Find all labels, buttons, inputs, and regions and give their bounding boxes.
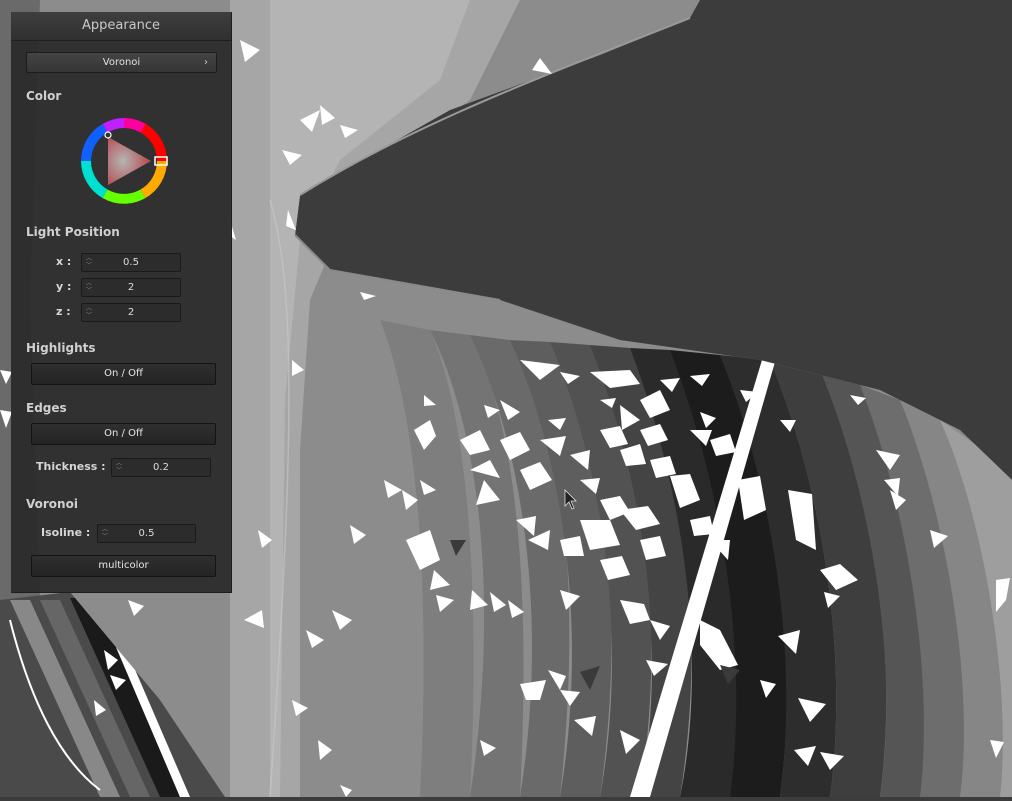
light-y-value: 2	[127, 282, 135, 293]
highlights-label: Highlights	[26, 341, 96, 355]
light-x-spinbox[interactable]: ︿ ﹀ 0.5	[81, 253, 181, 272]
isoline-label: Isoline :	[41, 526, 91, 539]
spinner-arrows-icon[interactable]: ︿ ﹀	[102, 526, 108, 540]
light-z-value: 2	[127, 307, 135, 318]
color-label: Color	[26, 89, 62, 103]
isoline-value: 0.5	[138, 528, 155, 539]
light-position-label: Light Position	[26, 225, 120, 239]
color-wheel-picker[interactable]	[78, 115, 170, 207]
isoline-spinbox[interactable]: ︿ ﹀ 0.5	[97, 524, 196, 543]
light-x-value: 0.5	[123, 257, 139, 268]
spinner-arrows-icon[interactable]: ︿ ﹀	[86, 255, 92, 269]
appearance-panel: Appearance Voronoi › Color Light Positio…	[11, 12, 232, 593]
light-y-label: y :	[56, 280, 72, 293]
light-z-spinbox[interactable]: ︿ ﹀ 2	[81, 303, 181, 322]
render-mode-dropdown[interactable]: Voronoi ›	[26, 52, 217, 73]
spinner-arrows-icon[interactable]: ︿ ﹀	[86, 305, 92, 319]
edges-label: Edges	[26, 401, 67, 415]
highlights-toggle-button[interactable]: On / Off	[31, 363, 216, 385]
light-y-spinbox[interactable]: ︿ ﹀ 2	[81, 278, 181, 297]
chevron-right-icon: ›	[204, 57, 208, 68]
voronoi-label: Voronoi	[26, 497, 78, 511]
thickness-label: Thickness :	[36, 460, 106, 473]
light-z-label: z :	[56, 305, 71, 318]
light-x-label: x :	[56, 255, 72, 268]
spinner-arrows-icon[interactable]: ︿ ﹀	[116, 460, 122, 474]
thickness-value: 0.2	[153, 462, 169, 473]
render-mode-value: Voronoi	[102, 57, 141, 68]
panel-title: Appearance	[11, 12, 231, 41]
multicolor-button[interactable]: multicolor	[31, 555, 216, 577]
spinner-arrows-icon[interactable]: ︿ ﹀	[86, 280, 92, 294]
edges-toggle-button[interactable]: On / Off	[31, 423, 216, 445]
thickness-spinbox[interactable]: ︿ ﹀ 0.2	[111, 458, 211, 477]
